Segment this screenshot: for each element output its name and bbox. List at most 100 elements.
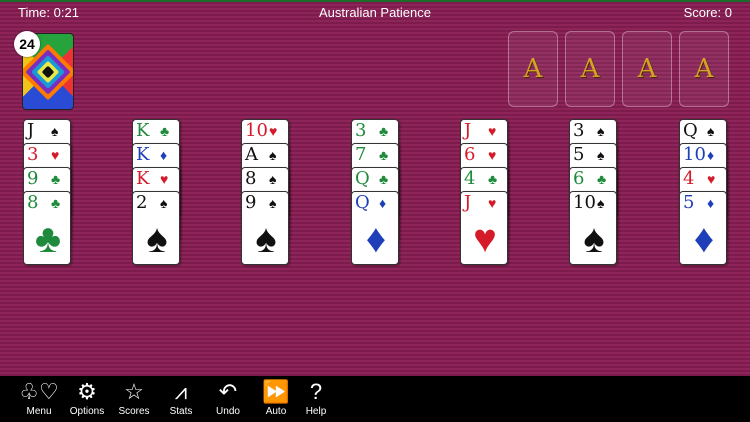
card-suit-icon: ♦ [707,195,715,211]
undo-icon: ↶ [218,379,238,404]
card-center-suit-icon: ♣ [34,217,62,261]
card-rank: 8 [245,168,257,189]
card-suit-icon: ♣ [379,171,389,187]
card-suit-icon: ♠ [707,123,715,139]
tableau-card[interactable]: 8 ♣ ♣ [23,191,71,265]
toolbar-stats-button[interactable]: ⩘ Stats [157,378,205,422]
star-icon: ☆ [124,379,144,404]
card-center-suit-icon: ♠ [146,217,168,261]
card-suit-icon: ♣ [379,147,389,163]
card-rank: 4 [683,168,695,189]
toolbar-label: Help [305,406,327,417]
card-rank: K [136,120,150,141]
toolbar-label: Options [69,406,105,417]
card-rank: 3 [573,120,585,141]
card-suit-icon: ♣ [51,195,61,211]
card-rank: K [136,168,150,189]
foundation-label: A [523,54,543,84]
card-suit-icon: ♠ [269,171,277,187]
card-rank: 5 [573,144,585,165]
card-rank: 9 [245,192,257,213]
game-title: Australian Patience [318,5,431,20]
card-suit-icon: ♠ [269,195,277,211]
help-icon: ? [309,379,323,404]
chart-icon: ⩘ [174,379,188,404]
toolbar-undo-button[interactable]: ↶ Undo [204,378,252,422]
card-suit-icon: ♦ [160,147,168,163]
card-center-suit-icon: ♠ [583,217,605,261]
card-suit-icon: ♠ [597,147,605,163]
toolbar-help-button[interactable]: ? Help [292,378,340,422]
gears-icon: ⚙ [77,379,97,404]
foundation-label: A [694,54,714,84]
tableau-card[interactable]: 9 ♠ ♠ [241,191,289,265]
card-suit-icon: ♣ [597,171,607,187]
card-center-suit-icon: ♥ [473,217,497,261]
card-rank: A [245,144,258,165]
card-rank: J [464,192,472,213]
foundation-label: A [637,54,657,84]
card-rank: Q [355,192,370,213]
card-rank: 10 [683,144,706,165]
card-rank: 3 [355,120,367,141]
toolbar-options-button[interactable]: ⚙ Options [63,378,111,422]
card-suits-icon: ♧♡ [19,379,59,404]
card-suit-icon: ♣ [160,123,170,139]
foundation-label: A [580,54,600,84]
foundation-1[interactable]: A [508,31,558,107]
card-rank: J [27,120,35,141]
card-rank: 2 [136,192,148,213]
card-rank: 10 [573,192,596,213]
card-suit-icon: ♣ [51,171,61,187]
tableau-card[interactable]: 2 ♠ ♠ [132,191,180,265]
toolbar-scores-button[interactable]: ☆ Scores [110,378,158,422]
card-suit-icon: ♣ [488,171,498,187]
stock-count-badge: 24 [14,31,40,57]
toolbar-label: Stats [169,406,193,417]
card-suit-icon: ♠ [597,123,605,139]
toolbar-label: Undo [216,406,240,417]
card-rank: 6 [573,168,585,189]
card-rank: 5 [683,192,695,213]
toolbar-label: Scores [118,406,150,417]
card-suit-icon: ♦ [707,147,715,163]
card-suit-icon: ♥ [707,171,716,187]
card-rank: 9 [27,168,39,189]
card-suit-icon: ♠ [269,147,277,163]
card-suit-icon: ♥ [488,123,497,139]
card-rank: Q [355,168,370,189]
card-center-suit-icon: ♦ [693,217,715,261]
card-suit-icon: ♥ [160,171,169,187]
card-suit-icon: ♣ [379,123,389,139]
card-rank: Q [683,120,698,141]
card-center-suit-icon: ♦ [365,217,387,261]
tableau-card[interactable]: 5 ♦ ♦ [679,191,727,265]
tableau-card[interactable]: 10 ♠ ♠ [569,191,617,265]
card-suit-icon: ♥ [488,195,497,211]
tableau-card[interactable]: Q ♦ ♦ [351,191,399,265]
card-center-suit-icon: ♠ [255,217,277,261]
card-rank: 3 [27,144,39,165]
card-suit-icon: ♥ [269,123,278,139]
card-suit-icon: ♦ [379,195,387,211]
card-suit-icon: ♠ [51,123,59,139]
card-rank: 10 [245,120,268,141]
tableau-card[interactable]: J ♥ ♥ [460,191,508,265]
card-rank: 6 [464,144,476,165]
foundation-4[interactable]: A [679,31,729,107]
card-suit-icon: ♥ [488,147,497,163]
score: Score: 0 [683,5,732,20]
foundation-2[interactable]: A [565,31,615,107]
card-rank: K [136,144,150,165]
foundation-3[interactable]: A [622,31,672,107]
card-suit-icon: ♠ [597,195,605,211]
card-rank: 7 [355,144,367,165]
card-suit-icon: ♠ [160,195,168,211]
card-rank: J [464,120,472,141]
toolbar-menu-button[interactable]: ♧♡ Menu [15,378,63,422]
card-rank: 8 [27,192,39,213]
game-table: Time: 0:21 Australian Patience Score: 0 … [0,0,750,376]
toolbar: ♧♡ Menu ⚙ Options ☆ Scores ⩘ Stats ↶ Undo ⏩ Auto? He… [0,376,750,422]
card-suit-icon: ♥ [51,147,60,163]
toolbar-label: Menu [26,406,52,417]
